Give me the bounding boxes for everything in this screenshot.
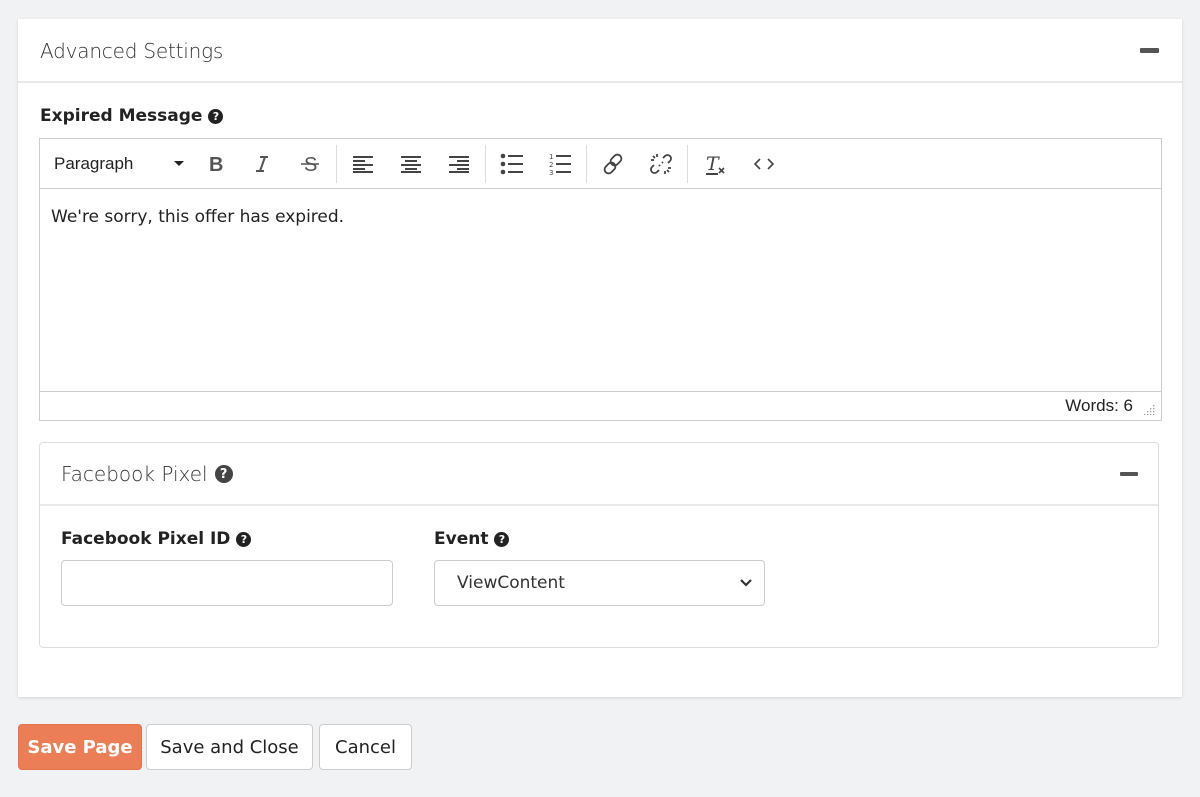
toolbar-separator xyxy=(485,144,486,183)
save-and-close-button[interactable]: Save and Close xyxy=(146,724,313,770)
align-center-icon xyxy=(401,155,421,173)
block-format-dropdown[interactable]: Paragraph xyxy=(44,147,194,181)
facebook-pixel-panel: Facebook Pixel ? Facebook Pixel ID ? Eve… xyxy=(39,442,1159,648)
remove-link-button[interactable] xyxy=(637,147,685,181)
chevron-down-icon xyxy=(740,579,752,587)
clear-formatting-button[interactable]: T xyxy=(690,147,742,181)
help-icon[interactable]: ? xyxy=(494,531,510,547)
block-format-value: Paragraph xyxy=(54,153,134,173)
align-right-button[interactable] xyxy=(435,147,483,181)
collapse-panel-minus-icon[interactable] xyxy=(1140,48,1159,53)
italic-icon xyxy=(256,155,268,172)
editor-content-area[interactable]: We're sorry, this offer has expired. xyxy=(40,189,1161,391)
save-page-button[interactable]: Save Page xyxy=(18,724,142,770)
align-right-icon xyxy=(449,155,469,173)
help-icon[interactable]: ? xyxy=(236,531,252,547)
numbered-list-button[interactable]: 123 xyxy=(536,147,584,181)
svg-text:3: 3 xyxy=(549,169,553,176)
svg-text:2: 2 xyxy=(549,161,553,169)
align-left-icon xyxy=(353,155,373,173)
event-selected-value: ViewContent xyxy=(457,573,565,593)
insert-link-button[interactable] xyxy=(589,147,637,181)
facebook-pixel-title-text: Facebook Pixel xyxy=(61,462,208,486)
strikethrough-button[interactable]: S xyxy=(286,147,334,181)
collapse-facebook-pixel-minus-icon[interactable] xyxy=(1120,472,1138,476)
toolbar-separator xyxy=(687,144,688,183)
toolbar-separator xyxy=(586,144,587,183)
bold-icon: B xyxy=(209,154,223,174)
svg-text:T: T xyxy=(706,153,720,175)
help-icon[interactable]: ? xyxy=(208,108,224,124)
panel-title: Advanced Settings xyxy=(40,39,224,63)
link-icon xyxy=(603,153,623,174)
strikethrough-icon: S xyxy=(301,154,319,175)
unlink-icon xyxy=(650,153,672,174)
toolbar-separator xyxy=(336,144,337,183)
word-count: Words: 6 xyxy=(1065,396,1133,415)
italic-button[interactable] xyxy=(238,147,286,181)
expired-message-label: Expired Message ? xyxy=(40,106,224,126)
bold-button[interactable]: B xyxy=(194,147,238,181)
event-select[interactable]: ViewContent xyxy=(434,560,765,606)
facebook-pixel-header: Facebook Pixel ? xyxy=(40,443,1158,506)
svg-text:1: 1 xyxy=(549,153,553,161)
caret-down-icon xyxy=(174,161,184,166)
align-center-button[interactable] xyxy=(387,147,435,181)
facebook-pixel-id-label: Facebook Pixel ID ? xyxy=(61,529,252,549)
bullet-list-icon xyxy=(500,153,523,174)
expired-message-label-text: Expired Message xyxy=(40,106,203,126)
facebook-pixel-title: Facebook Pixel ? xyxy=(61,462,233,486)
panel-header: Advanced Settings xyxy=(18,19,1182,83)
event-label: Event ? xyxy=(434,529,510,549)
bullet-list-button[interactable] xyxy=(488,147,536,181)
rich-text-editor: Paragraph B S 1 2 3 T We're sorry, this … xyxy=(39,138,1162,421)
help-icon[interactable]: ? xyxy=(214,465,233,483)
clear-formatting-icon: T xyxy=(706,153,725,175)
editor-statusbar: Words: 6 xyxy=(40,391,1161,420)
editor-paragraph[interactable]: We're sorry, this offer has expired. xyxy=(51,207,1150,227)
editor-toolbar: Paragraph B S 1 2 3 T xyxy=(40,139,1161,189)
facebook-pixel-id-input[interactable] xyxy=(61,560,393,606)
facebook-pixel-id-label-text: Facebook Pixel ID xyxy=(61,529,231,549)
advanced-settings-panel: Advanced Settings Expired Message ? Para… xyxy=(18,19,1182,697)
code-icon xyxy=(753,157,775,170)
resize-handle-icon[interactable] xyxy=(1143,403,1155,415)
svg-text:B: B xyxy=(209,154,223,174)
event-label-text: Event xyxy=(434,529,489,549)
align-left-button[interactable] xyxy=(339,147,387,181)
cancel-button[interactable]: Cancel xyxy=(319,724,412,770)
numbered-list-icon: 123 xyxy=(549,153,571,176)
source-code-button[interactable] xyxy=(742,147,786,181)
